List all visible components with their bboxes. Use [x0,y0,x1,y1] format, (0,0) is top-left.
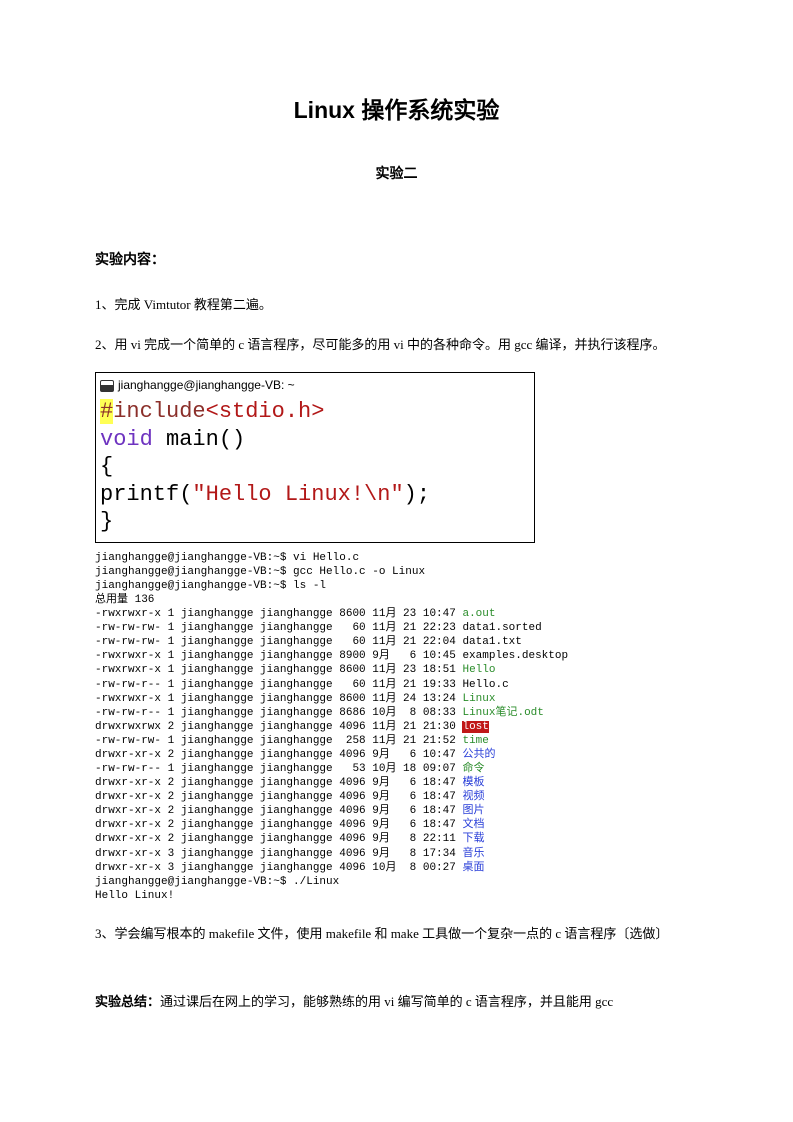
code-include: include [113,399,205,424]
term-line: -rwxrwxr-x 1 jianghangge jianghangge 860… [95,693,462,705]
file-linux: Linux [462,693,495,705]
term-line: jianghangge@jianghangge-VB:~$ ./Linux [95,876,339,888]
file-odt: Linux笔记.odt [462,707,543,719]
dir-doc: 文档 [462,819,484,831]
code-brace-open: { [100,454,113,479]
term-line: drwxr-xr-x 2 jianghangge jianghangge 409… [95,791,462,803]
term-line: -rwxrwxr-x 1 jianghangge jianghangge 890… [95,650,568,662]
term-line: drwxr-xr-x 2 jianghangge jianghangge 409… [95,777,462,789]
summary: 实验总结：通过课后在网上的学习，能够熟练的用 vi 编写简单的 c 语言程序，并… [95,989,698,1015]
summary-text: 通过课后在网上的学习，能够熟练的用 vi 编写简单的 c 语言程序，并且能用 g… [160,994,613,1009]
term-line: jianghangge@jianghangge-VB:~$ ls -l [95,580,326,592]
code-brace-close: } [100,509,113,534]
term-line: Hello Linux! [95,890,174,902]
code-window: jianghangge@jianghangge-VB: ~ #include<s… [95,372,535,543]
term-line: drwxr-xr-x 2 jianghangge jianghangge 409… [95,749,462,761]
term-line: -rwxrwxr-x 1 jianghangge jianghangge 860… [95,608,462,620]
file-aout: a.out [462,608,495,620]
document-title: Linux 操作系统实验 [95,90,698,131]
term-line: drwxrwxrwx 2 jianghangge jianghangge 409… [95,721,462,733]
term-line: -rw-rw-rw- 1 jianghangge jianghangge 60 … [95,622,542,634]
code-paren: ); [404,482,430,507]
code-body: #include<stdio.h> void main() { printf("… [100,398,528,536]
terminal-output: jianghangge@jianghangge-VB:~$ vi Hello.c… [95,551,698,903]
file-hello: Hello [462,664,495,676]
term-line: jianghangge@jianghangge-VB:~$ vi Hello.c [95,552,359,564]
dir-music: 音乐 [462,848,484,860]
file-cmd: 命令 [462,763,484,775]
terminal-icon [100,380,114,392]
code-hash: # [100,399,113,424]
dir-pic: 图片 [462,805,484,817]
term-line: -rw-rw-r-- 1 jianghangge jianghangge 868… [95,707,462,719]
term-line: -rw-rw-r-- 1 jianghangge jianghangge 53 … [95,763,462,775]
term-line: -rwxrwxr-x 1 jianghangge jianghangge 860… [95,664,462,676]
document-subtitle: 实验二 [95,161,698,186]
term-line: drwxr-xr-x 3 jianghangge jianghangge 409… [95,862,462,874]
section-content-heading: 实验内容： [95,247,698,272]
dir-template: 模板 [462,777,484,789]
term-line: 总用量 136 [95,594,154,606]
term-line: drwxr-xr-x 2 jianghangge jianghangge 409… [95,819,462,831]
term-line: jianghangge@jianghangge-VB:~$ gcc Hello.… [95,566,425,578]
term-line: -rw-rw-rw- 1 jianghangge jianghangge 60 … [95,636,522,648]
dir-video: 视频 [462,791,484,803]
summary-label: 实验总结： [95,994,160,1009]
dir-public: 公共的 [462,749,495,761]
code-string: "Hello Linux!\n" [192,482,403,507]
dir-desktop: 桌面 [462,862,484,874]
code-main: main() [153,427,245,452]
term-line: drwxr-xr-x 2 jianghangge jianghangge 409… [95,805,462,817]
term-line: -rw-rw-rw- 1 jianghangge jianghangge 258… [95,735,462,747]
item-1: 1、完成 Vimtutor 教程第二遍。 [95,292,698,318]
dir-download: 下载 [462,833,484,845]
code-window-titlebar: jianghangge@jianghangge-VB: ~ [100,375,528,397]
code-printf: printf( [100,482,192,507]
file-time: time [462,735,488,747]
item-3: 3、学会编写根本的 makefile 文件，使用 makefile 和 make… [95,921,698,947]
item-2: 2、用 vi 完成一个简单的 c 语言程序，尽可能多的用 vi 中的各种命令。用… [95,332,698,358]
term-line: -rw-rw-r-- 1 jianghangge jianghangge 60 … [95,679,509,691]
code-header: <stdio.h> [206,399,325,424]
code-void: void [100,427,153,452]
code-window-title: jianghangge@jianghangge-VB: ~ [118,375,295,397]
term-line: drwxr-xr-x 2 jianghangge jianghangge 409… [95,833,462,845]
term-line: drwxr-xr-x 3 jianghangge jianghangge 409… [95,848,462,860]
dir-lost: lost [462,721,488,733]
